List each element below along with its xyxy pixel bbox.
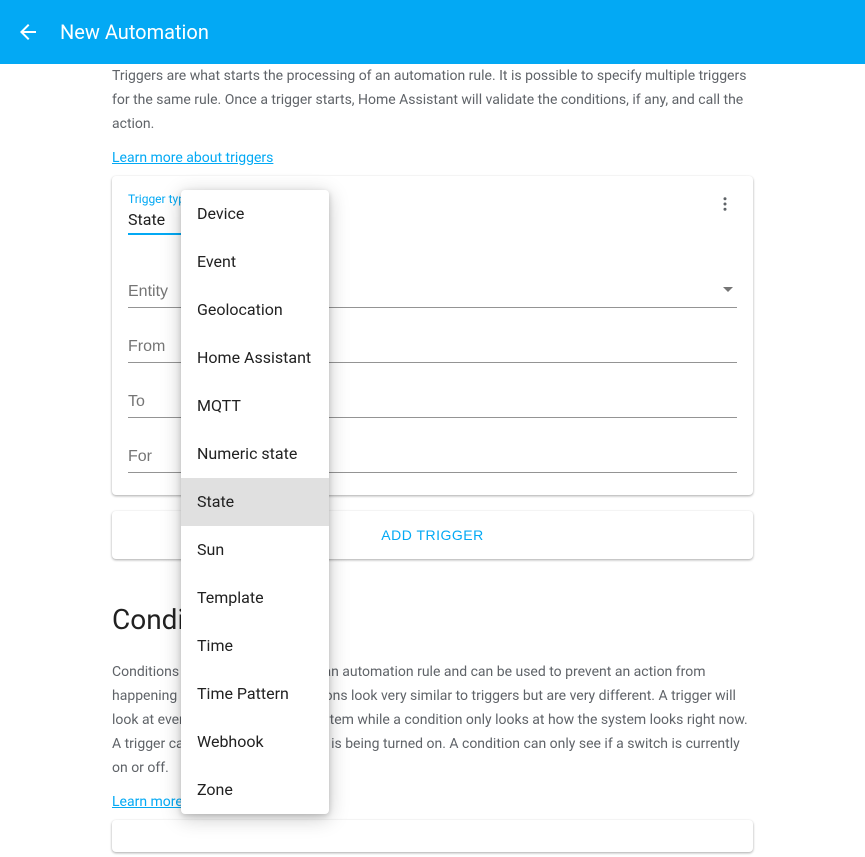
main-content: Triggers are what starts the processing … bbox=[0, 64, 865, 852]
dropdown-item-home-assistant[interactable]: Home Assistant bbox=[181, 334, 329, 382]
dropdown-arrow-icon bbox=[723, 287, 733, 292]
dropdown-item-state[interactable]: State bbox=[181, 478, 329, 526]
triggers-learn-link[interactable]: Learn more about triggers bbox=[112, 150, 273, 166]
dropdown-item-sun[interactable]: Sun bbox=[181, 526, 329, 574]
dropdown-item-device[interactable]: Device bbox=[181, 190, 329, 238]
trigger-type-dropdown: DeviceEventGeolocationHome AssistantMQTT… bbox=[181, 190, 329, 814]
triggers-description: Triggers are what starts the processing … bbox=[112, 64, 753, 136]
back-arrow-icon[interactable] bbox=[16, 20, 40, 44]
dropdown-item-time[interactable]: Time bbox=[181, 622, 329, 670]
page-title: New Automation bbox=[60, 20, 209, 44]
dropdown-item-event[interactable]: Event bbox=[181, 238, 329, 286]
dropdown-item-numeric-state[interactable]: Numeric state bbox=[181, 430, 329, 478]
dropdown-item-time-pattern[interactable]: Time Pattern bbox=[181, 670, 329, 718]
dropdown-item-geolocation[interactable]: Geolocation bbox=[181, 286, 329, 334]
dropdown-item-webhook[interactable]: Webhook bbox=[181, 718, 329, 766]
dropdown-item-zone[interactable]: Zone bbox=[181, 766, 329, 814]
dropdown-item-mqtt[interactable]: MQTT bbox=[181, 382, 329, 430]
trigger-type-value: State bbox=[128, 210, 182, 235]
condition-card bbox=[112, 820, 753, 852]
dropdown-item-template[interactable]: Template bbox=[181, 574, 329, 622]
app-bar: New Automation bbox=[0, 0, 865, 64]
